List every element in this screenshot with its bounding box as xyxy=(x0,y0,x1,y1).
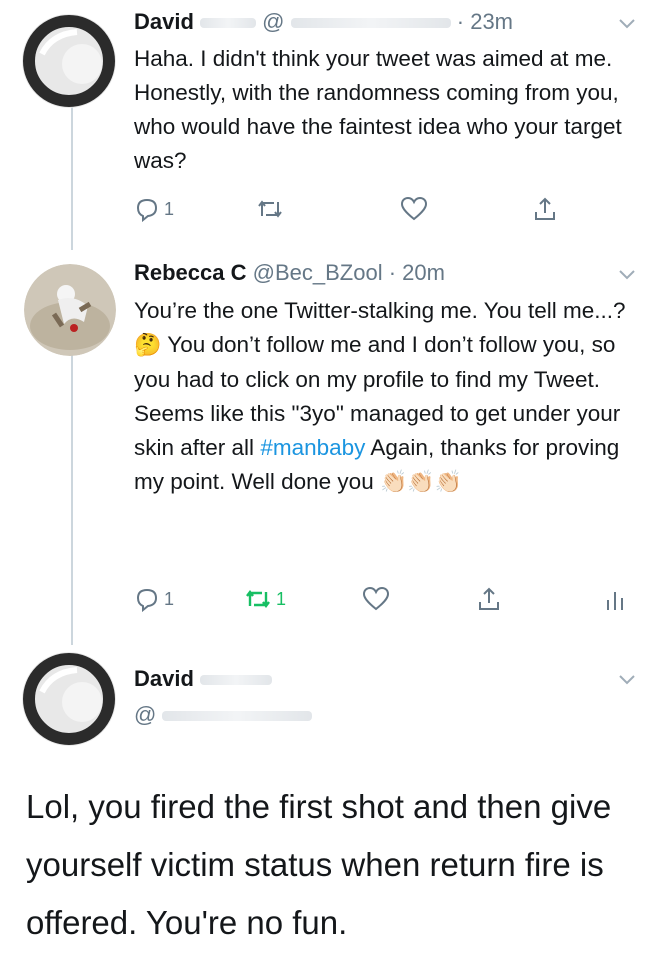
avatar-image xyxy=(22,652,116,746)
share-icon xyxy=(479,587,499,610)
timestamp[interactable]: · 23m xyxy=(457,9,513,34)
display-name[interactable]: David xyxy=(134,666,194,691)
reply-icon xyxy=(136,198,158,222)
tweet-handle-row: @ xyxy=(134,700,313,730)
share-icon xyxy=(535,197,555,220)
chevron-down-icon[interactable] xyxy=(616,668,638,690)
tweet-text: You’re the one Twitter-stalking me. You … xyxy=(134,294,644,500)
tweet-header: Rebecca C @Bec_BZool · 20m xyxy=(134,258,445,288)
redacted-name xyxy=(200,675,273,686)
reply-count: 1 xyxy=(164,198,175,219)
avatar-image xyxy=(22,14,116,108)
tweet-header: David @ · 23m xyxy=(134,7,513,37)
share-button[interactable] xyxy=(476,586,502,612)
avatar[interactable] xyxy=(24,264,116,356)
reply-button[interactable]: 1 xyxy=(134,586,174,612)
redacted-handle xyxy=(162,711,313,722)
handle[interactable]: @ xyxy=(134,702,156,727)
thread-line xyxy=(71,345,73,645)
retweet-button[interactable]: 1 xyxy=(244,586,286,612)
like-button[interactable] xyxy=(400,196,428,222)
avatar[interactable] xyxy=(22,652,116,746)
retweet-icon xyxy=(258,200,282,218)
tweet-text: Haha. I didn't think your tweet was aime… xyxy=(134,46,629,173)
share-button[interactable] xyxy=(532,196,558,222)
reply-button[interactable]: 1 xyxy=(134,196,174,222)
timestamp[interactable]: · 20m xyxy=(389,260,445,285)
handle[interactable]: @Bec_BZool xyxy=(253,260,383,285)
redacted-name xyxy=(200,18,257,29)
thinking-face-emoji: 🤔 xyxy=(134,333,162,359)
tweet-header: David xyxy=(134,664,273,694)
retweet-icon xyxy=(246,590,270,608)
clapping-hands-emoji: 👏🏻👏🏻👏🏻 xyxy=(379,470,463,496)
heart-icon xyxy=(362,586,390,611)
chevron-down-icon[interactable] xyxy=(616,12,638,34)
chevron-down-icon[interactable] xyxy=(616,263,638,285)
reply-icon xyxy=(136,588,158,612)
display-name[interactable]: David xyxy=(134,9,194,34)
analytics-icon xyxy=(607,592,623,610)
heart-icon xyxy=(400,196,428,221)
retweet-button[interactable] xyxy=(256,196,284,222)
avatar-image xyxy=(24,264,116,356)
reply-count: 1 xyxy=(164,588,175,609)
analytics-button[interactable] xyxy=(604,586,626,612)
tweet-text: Lol, you fired the first shot and then g… xyxy=(26,788,621,941)
like-button[interactable] xyxy=(362,586,390,612)
avatar[interactable] xyxy=(22,14,116,108)
handle[interactable]: @ xyxy=(262,9,284,34)
retweet-count: 1 xyxy=(276,588,287,609)
tweet-text-part: You’re the one Twitter-stalking me. You … xyxy=(134,298,632,323)
redacted-handle xyxy=(290,18,451,29)
thread-line xyxy=(71,100,73,250)
hashtag-link[interactable]: #manbaby xyxy=(260,435,365,460)
display-name[interactable]: Rebecca C xyxy=(134,260,247,285)
